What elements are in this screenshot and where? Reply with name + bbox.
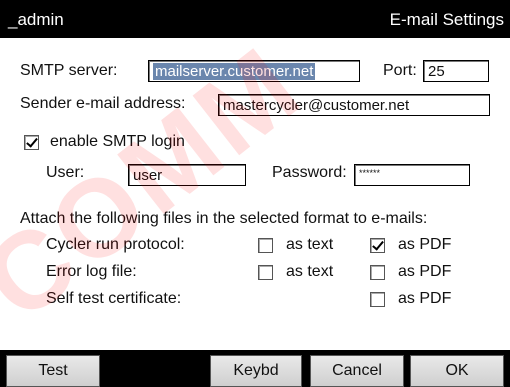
cancel-button[interactable]: Cancel bbox=[310, 355, 404, 387]
user-input[interactable]: user bbox=[128, 164, 246, 186]
test-button[interactable]: Test bbox=[6, 355, 100, 387]
self-test-certificate-pdf-label: as PDF bbox=[398, 290, 452, 307]
email-settings-form: SMTP server: mailserver.customer.net Por… bbox=[0, 38, 510, 350]
self-test-certificate-pdf-checkbox[interactable] bbox=[370, 292, 385, 307]
password-label: Password: bbox=[272, 164, 347, 181]
keyboard-button[interactable]: Keybd bbox=[210, 355, 302, 387]
cycler-run-protocol-text-label: as text bbox=[286, 236, 334, 253]
page-title: E-mail Settings bbox=[389, 10, 504, 29]
sender-address-input[interactable]: mastercycler@customer.net bbox=[218, 94, 490, 116]
error-log-file-text-label: as text bbox=[286, 263, 334, 280]
password-input[interactable]: ****** bbox=[354, 164, 470, 186]
cycler-run-protocol-pdf-label: as PDF bbox=[398, 236, 452, 253]
attach-heading: Attach the following files in the select… bbox=[20, 210, 428, 227]
self-test-certificate-label: Self test certificate: bbox=[46, 290, 182, 307]
port-label: Port: bbox=[383, 62, 417, 79]
enable-smtp-login-checkbox[interactable] bbox=[24, 135, 39, 150]
error-log-file-pdf-label: as PDF bbox=[398, 263, 452, 280]
port-input[interactable]: 25 bbox=[423, 60, 489, 82]
title-bar: _admin E-mail Settings bbox=[0, 0, 510, 38]
cycler-run-protocol-pdf-checkbox[interactable] bbox=[370, 238, 385, 253]
cycler-run-protocol-text-checkbox[interactable] bbox=[258, 238, 273, 253]
error-log-file-label: Error log file: bbox=[46, 263, 137, 280]
enable-smtp-login-label: enable SMTP login bbox=[50, 133, 185, 150]
ok-button[interactable]: OK bbox=[410, 355, 504, 387]
smtp-server-input[interactable]: mailserver.customer.net bbox=[148, 60, 360, 82]
error-log-file-text-checkbox[interactable] bbox=[258, 265, 273, 280]
cycler-run-protocol-label: Cycler run protocol: bbox=[46, 236, 185, 253]
smtp-server-label: SMTP server: bbox=[20, 62, 118, 79]
error-log-file-pdf-checkbox[interactable] bbox=[370, 265, 385, 280]
sender-address-label: Sender e-mail address: bbox=[20, 95, 186, 112]
current-user: _admin bbox=[8, 10, 64, 29]
user-label: User: bbox=[46, 164, 85, 181]
